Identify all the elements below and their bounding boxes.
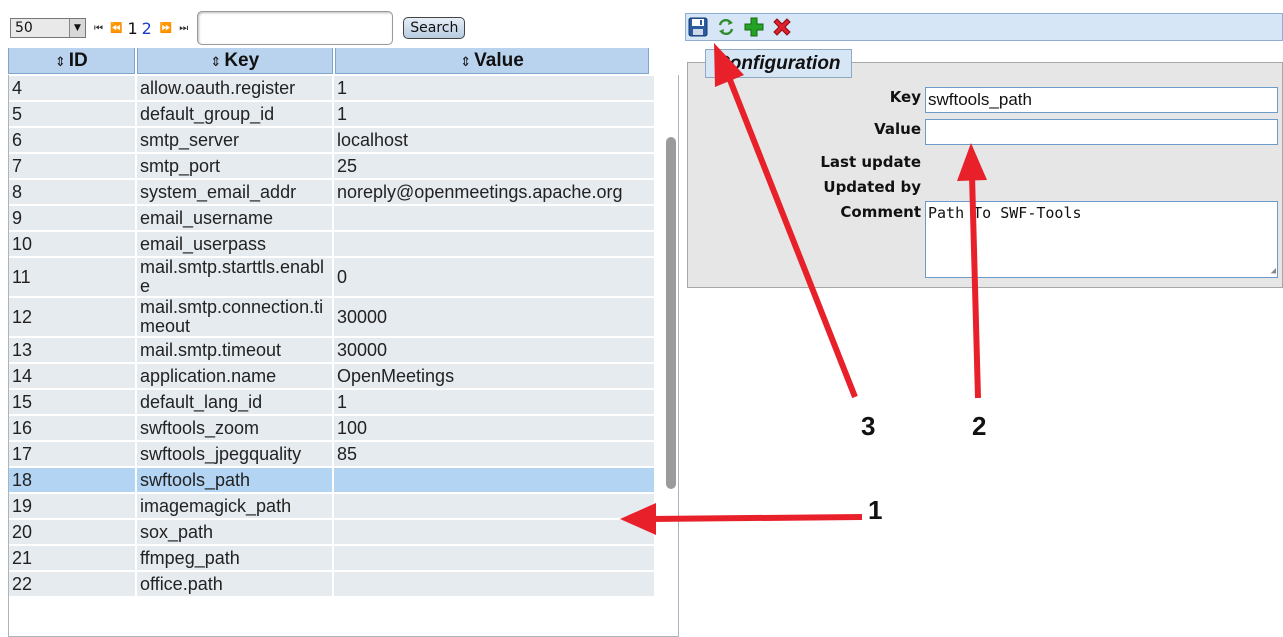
- annotation-number-2: 2: [972, 411, 987, 441]
- arrow-2: [969, 174, 981, 399]
- annotation-number-3: 3: [861, 411, 876, 441]
- arrow-2-head: [957, 143, 987, 181]
- annotation-number-1: 1: [868, 495, 883, 525]
- annotation-arrows: [620, 43, 987, 535]
- arrow-1: [649, 514, 863, 522]
- arrow-1-head: [620, 503, 656, 535]
- arrow-3: [727, 78, 858, 399]
- arrow-3-head: [714, 43, 744, 87]
